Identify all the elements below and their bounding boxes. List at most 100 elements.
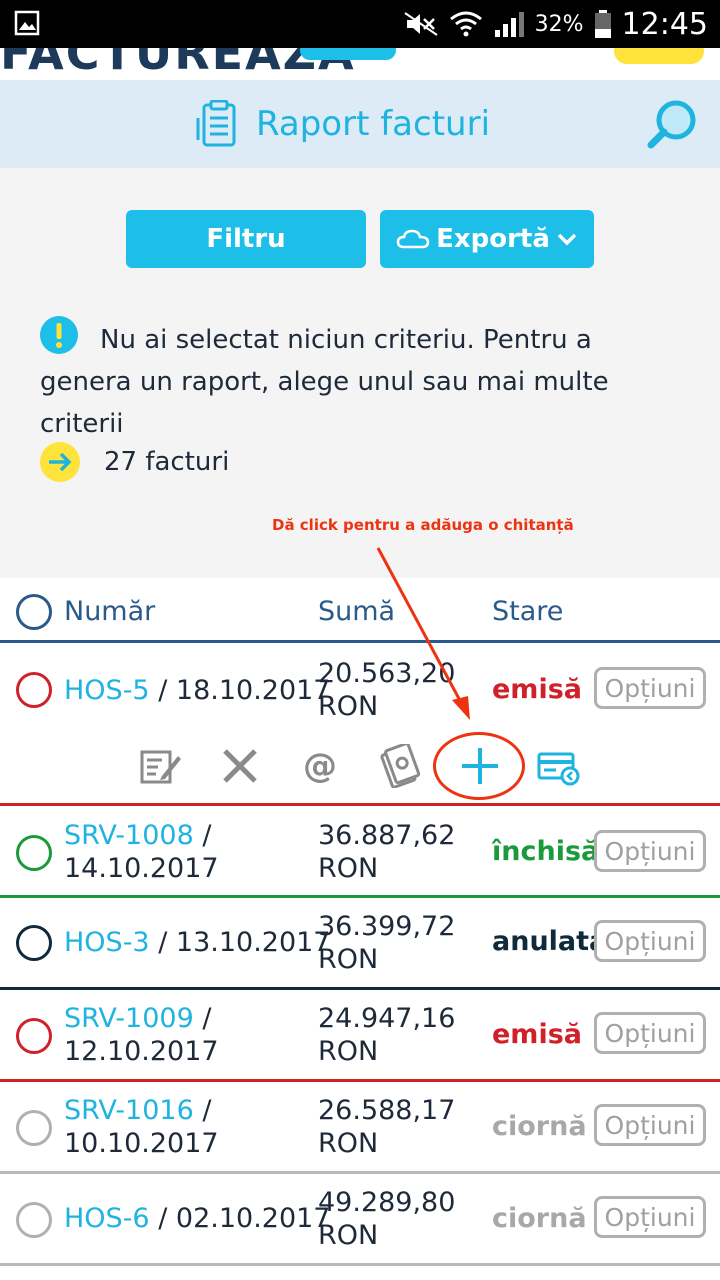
- page-title: Raport facturi: [256, 104, 491, 144]
- invoice-link[interactable]: HOS-5: [64, 675, 150, 706]
- svg-text:@: @: [303, 746, 337, 786]
- title-bar: Raport facturi: [0, 80, 720, 168]
- payment-icon[interactable]: [376, 742, 424, 790]
- status-label: ciornă: [492, 1111, 587, 1142]
- email-icon[interactable]: @: [296, 742, 344, 790]
- card-icon[interactable]: [534, 742, 582, 790]
- invoice-number: SRV-1016 / 10.10.2017: [64, 1094, 304, 1160]
- amount: 20.563,20: [318, 658, 456, 689]
- column-status: Stare: [492, 596, 564, 627]
- invoice-count-row: 27 facturi: [40, 442, 229, 482]
- invoice-number: SRV-1008 / 14.10.2017: [64, 819, 304, 885]
- invoice-link[interactable]: SRV-1016: [64, 1095, 194, 1126]
- no-criteria-notice: Nu ai selectat niciun criteriu. Pentru a…: [40, 316, 680, 445]
- annotation-highlight-circle: [433, 732, 525, 800]
- cloud-icon: [396, 229, 430, 249]
- invoice-number: SRV-1009 / 12.10.2017: [64, 1002, 304, 1068]
- select-all-checkbox[interactable]: [16, 594, 52, 630]
- currency: RON: [318, 944, 379, 975]
- invoice-number: HOS-3 / 13.10.2017: [64, 926, 331, 959]
- row-select-checkbox[interactable]: [16, 672, 52, 708]
- invoice-date: / 18.10.2017: [158, 675, 331, 706]
- status-label: emisă: [492, 1019, 582, 1050]
- clock: 12:45: [621, 6, 708, 42]
- row-select-checkbox[interactable]: [16, 835, 52, 871]
- amount: 36.399,72: [318, 911, 456, 942]
- invoice-sum: 24.947,16 RON: [318, 1002, 455, 1068]
- annotation-hint: Dă click pentru a adăuga o chitanță: [272, 516, 574, 534]
- table-row[interactable]: HOS-6 / 02.10.2017 49.289,80 RON ciornă …: [0, 1174, 720, 1266]
- amount: 26.588,17: [318, 1095, 456, 1126]
- options-button[interactable]: Opțiuni: [594, 1012, 706, 1054]
- invoice-sum: 20.563,20 RON: [318, 657, 455, 723]
- app-header: FACTUREAZA: [0, 48, 720, 80]
- currency: RON: [318, 691, 379, 722]
- invoice-date: / 13.10.2017: [158, 927, 331, 958]
- filter-section: Filtru Exportă Nu ai selectat niciun cri…: [0, 168, 720, 578]
- row-select-checkbox[interactable]: [16, 1110, 52, 1146]
- options-button-label: Opțiuni: [604, 1018, 696, 1048]
- status-label: emisă: [492, 674, 582, 705]
- options-button[interactable]: Opțiuni: [594, 667, 706, 709]
- invoice-number: HOS-5 / 18.10.2017: [64, 674, 331, 707]
- chevron-down-icon: [557, 233, 577, 246]
- invoice-sum: 36.399,72 RON: [318, 910, 455, 976]
- invoice-count: 27 facturi: [104, 447, 230, 477]
- row-select-checkbox[interactable]: [16, 925, 52, 961]
- table-row[interactable]: SRV-1009 / 12.10.2017 24.947,16 RON emis…: [0, 990, 720, 1082]
- currency: RON: [318, 853, 379, 884]
- gallery-icon: [14, 10, 40, 36]
- status-label: ciornă: [492, 1203, 587, 1234]
- export-dropdown-button[interactable]: Exportă: [380, 210, 594, 268]
- invoice-link[interactable]: SRV-1008: [64, 820, 194, 851]
- currency: RON: [318, 1128, 379, 1159]
- invoice-sum: 49.289,80 RON: [318, 1186, 455, 1252]
- invoice-link[interactable]: SRV-1009: [64, 1003, 194, 1034]
- options-button-label: Opțiuni: [604, 1202, 696, 1232]
- row-select-checkbox[interactable]: [16, 1018, 52, 1054]
- arrow-right-icon: [40, 442, 80, 482]
- options-button[interactable]: Opțiuni: [594, 1196, 706, 1238]
- invoice-link[interactable]: HOS-3: [64, 927, 150, 958]
- options-button-label: Opțiuni: [604, 1110, 696, 1140]
- table-row[interactable]: SRV-1008 / 14.10.2017 36.887,62 RON înch…: [0, 806, 720, 898]
- row-actions: @: [0, 726, 720, 806]
- export-button-label: Exportă: [436, 224, 550, 254]
- signal-icon: [494, 12, 524, 37]
- table-row[interactable]: HOS-3 / 13.10.2017 36.399,72 RON anulată…: [0, 898, 720, 990]
- report-clipboard-icon: [196, 100, 236, 147]
- search-icon[interactable]: [646, 98, 698, 150]
- amount: 24.947,16: [318, 1003, 456, 1034]
- table-row[interactable]: SRV-1016 / 10.10.2017 26.588,17 RON cior…: [0, 1082, 720, 1174]
- table-header: Număr Sumă Stare: [0, 578, 720, 643]
- status-bar: 32% 12:45: [0, 0, 720, 48]
- filter-button[interactable]: Filtru: [126, 210, 366, 268]
- battery-percent: 32%: [534, 11, 584, 37]
- cancel-icon[interactable]: [216, 742, 264, 790]
- options-button[interactable]: Opțiuni: [594, 920, 706, 962]
- column-sum: Sumă: [318, 596, 396, 627]
- currency: RON: [318, 1036, 379, 1067]
- filter-button-label: Filtru: [206, 224, 286, 254]
- options-button[interactable]: Opțiuni: [594, 1104, 706, 1146]
- currency: RON: [318, 1220, 379, 1251]
- amount: 49.289,80: [318, 1187, 456, 1218]
- status-label: anulată: [492, 926, 608, 957]
- mute-icon: [404, 12, 438, 36]
- wifi-icon: [449, 11, 482, 37]
- header-action-button[interactable]: [614, 48, 704, 64]
- invoice-number: HOS-6 / 02.10.2017: [64, 1202, 331, 1235]
- logo-badge: [300, 48, 396, 60]
- status-label: închisă: [492, 836, 600, 867]
- invoice-link[interactable]: HOS-6: [64, 1203, 150, 1234]
- options-button[interactable]: Opțiuni: [594, 830, 706, 872]
- column-number: Număr: [64, 596, 156, 627]
- row-select-checkbox[interactable]: [16, 1202, 52, 1238]
- options-button-label: Opțiuni: [604, 926, 696, 956]
- invoice-date: / 02.10.2017: [158, 1203, 331, 1234]
- battery-icon: [594, 10, 611, 38]
- options-button-label: Opțiuni: [604, 673, 696, 703]
- invoice-sum: 26.588,17 RON: [318, 1094, 455, 1160]
- edit-icon[interactable]: [136, 742, 184, 790]
- exclamation-icon: [40, 316, 78, 354]
